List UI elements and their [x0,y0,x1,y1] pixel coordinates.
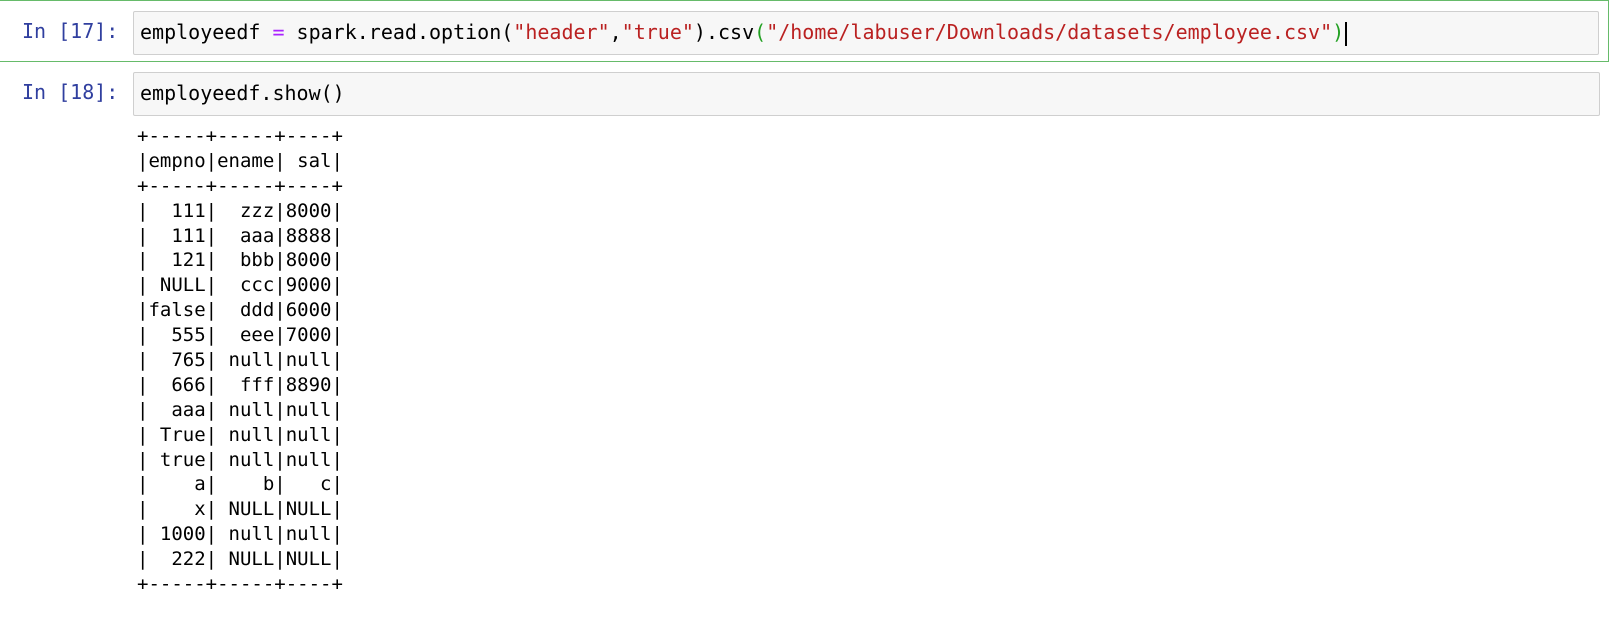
table-row: |false| ddd|6000| [137,299,343,322]
table-row: | 121| bbb|8000| [137,249,343,272]
table-border: +-----+-----+----+ [137,573,343,596]
code-call: ).csv [693,20,755,44]
cell-output: +-----+-----+----+ |empno|ename| sal| +---… [137,124,343,597]
code-string: "header" [513,20,610,44]
code-call: spark.read.option( [296,20,514,44]
table-header: |empno|ename| sal| [137,149,343,172]
code-cell-17[interactable]: In [17]: employeedf = spark.read.option(… [0,0,1609,62]
text-cursor [1345,21,1348,46]
code-comma: , [609,20,622,44]
table-row: | 111| zzz|8000| [137,199,343,222]
code-paren-open: ( [754,20,767,44]
code-operator: = [260,20,297,44]
table-row: | true| null|null| [137,448,343,471]
code-cell-18[interactable]: In [18]: employeedf.show() [0,68,1609,118]
input-prompt: In [18]: [22,80,119,104]
table-row: | 1000| null|null| [137,523,343,546]
code-editor[interactable]: employeedf.show() [133,72,1600,116]
table-row: | 666| fff|8890| [137,373,343,396]
table-row: | True| null|null| [137,423,343,446]
input-prompt: In [17]: [22,19,119,43]
table-row: | aaa| null|null| [137,398,343,421]
code-editor[interactable]: employeedf = spark.read.option("header",… [133,11,1599,55]
table-row: | 765| null|null| [137,349,343,372]
code-string: "true" [621,20,694,44]
table-border: +-----+-----+----+ [137,174,343,197]
code-paren-close: ) [1332,20,1345,44]
table-row: | a| b| c| [137,473,343,496]
table-row: | NULL| ccc|9000| [137,274,343,297]
table-row: | 222| NULL|NULL| [137,548,343,571]
code-variable: employeedf [140,20,261,44]
table-row: | x| NULL|NULL| [137,498,343,521]
table-row: | 111| aaa|8888| [137,224,343,247]
table-row: | 555| eee|7000| [137,324,343,347]
code-string: "/home/labuser/Downloads/datasets/employ… [766,20,1333,44]
table-border: +-----+-----+----+ [137,125,343,147]
